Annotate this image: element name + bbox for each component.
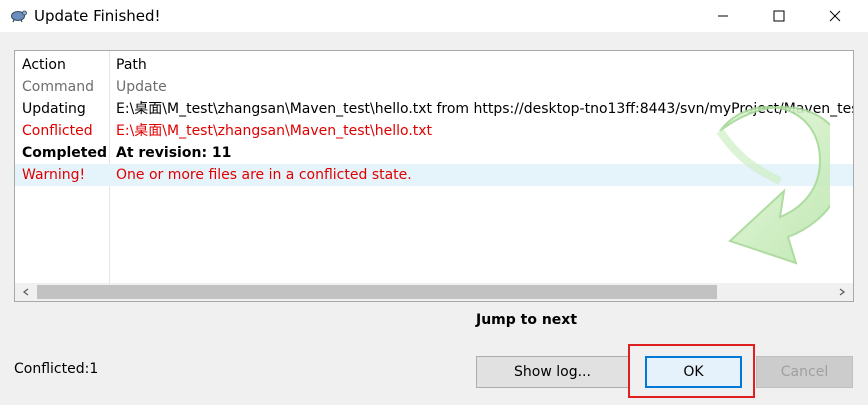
row-action: Completed bbox=[22, 145, 108, 161]
row-action: Warning! bbox=[22, 167, 86, 183]
close-icon bbox=[829, 10, 841, 22]
maximize-icon bbox=[773, 10, 785, 22]
row-path: One or more files are in a conflicted st… bbox=[116, 167, 412, 183]
annotation-highlight-box bbox=[628, 344, 755, 398]
maximize-button[interactable] bbox=[756, 0, 802, 32]
jump-to-next-link[interactable]: Jump to next bbox=[476, 312, 577, 328]
minimize-button[interactable] bbox=[700, 0, 746, 32]
header-action[interactable]: Action bbox=[22, 54, 66, 76]
list-header: Action Path bbox=[15, 54, 853, 76]
minimize-icon bbox=[718, 15, 728, 17]
update-log-list[interactable]: Action Path Command Update Updating E:\桌… bbox=[14, 50, 854, 302]
scrollbar-thumb[interactable] bbox=[37, 285, 717, 299]
show-log-button[interactable]: Show log... bbox=[476, 356, 629, 388]
cancel-button[interactable]: Cancel bbox=[756, 356, 853, 388]
close-button[interactable] bbox=[812, 0, 858, 32]
chevron-left-icon bbox=[22, 288, 29, 296]
tortoise-icon bbox=[11, 10, 27, 23]
row-action: Conflicted bbox=[22, 123, 93, 139]
chevron-right-icon bbox=[839, 288, 846, 296]
scroll-left-button[interactable] bbox=[17, 283, 35, 301]
row-action: Command bbox=[22, 79, 94, 95]
window-title: Update Finished! bbox=[34, 7, 161, 25]
row-action: Updating bbox=[22, 101, 86, 117]
update-arrow-icon bbox=[716, 106, 830, 265]
title-bar: Update Finished! bbox=[0, 0, 868, 32]
scroll-right-button[interactable] bbox=[833, 283, 851, 301]
row-path: Update bbox=[116, 79, 167, 95]
horizontal-scrollbar[interactable] bbox=[15, 283, 853, 301]
status-text: Conflicted:1 bbox=[14, 361, 99, 377]
header-path[interactable]: Path bbox=[116, 54, 147, 76]
row-path: E:\桌面\M_test\zhangsan\Maven_test\hello.t… bbox=[116, 123, 433, 139]
row-path: At revision: 11 bbox=[116, 145, 232, 161]
